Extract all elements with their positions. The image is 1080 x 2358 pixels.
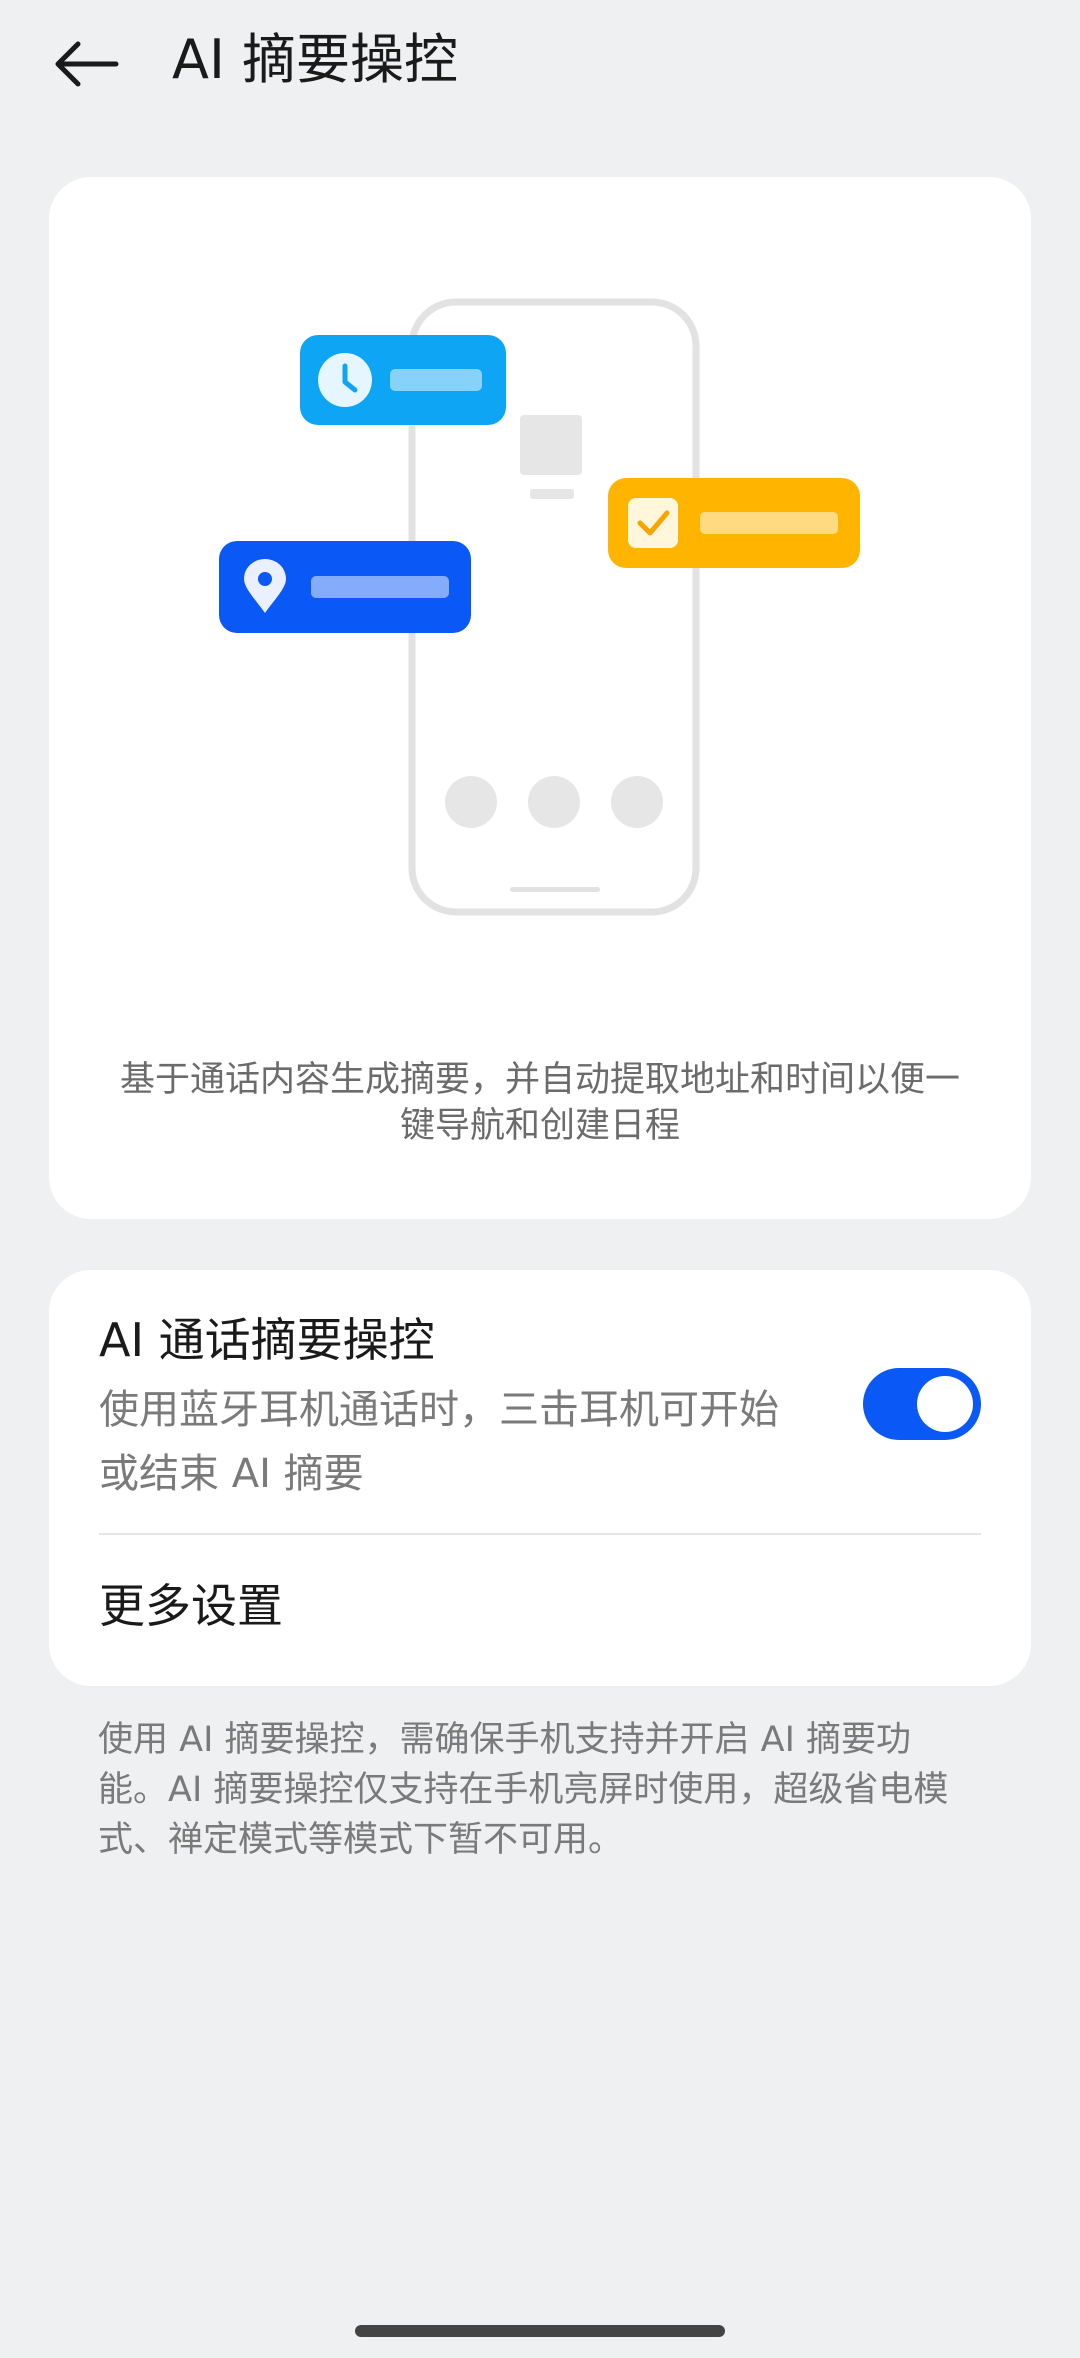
feature-description: 基于通话内容生成摘要，并自动提取地址和时间以便一键导航和创建日程 — [119, 1060, 960, 1146]
phone-home-bar — [510, 887, 600, 892]
toggle-knob — [917, 1376, 973, 1432]
divider — [99, 1533, 981, 1535]
home-indicator[interactable] — [355, 2325, 725, 2337]
phone-dock-icon-2 — [528, 776, 580, 828]
check-icon — [628, 498, 678, 548]
phone-content-image — [520, 415, 582, 475]
top-bar: AI 摘要操控 — [0, 0, 1080, 130]
setting-title: AI 通话摘要操控 — [99, 1313, 435, 1367]
arrow-left-icon — [55, 41, 119, 87]
settings-card: AI 通话摘要操控 使用蓝牙耳机通话时，三击耳机可开始或结束 AI 摘要 更多设… — [49, 1270, 1031, 1686]
time-chip — [300, 335, 506, 425]
page-title: AI 摘要操控 — [172, 28, 459, 91]
phone-content-caption — [530, 489, 574, 499]
feature-intro-card: 基于通话内容生成摘要，并自动提取地址和时间以便一键导航和创建日程 — [49, 177, 1031, 1219]
phone-dock-icon-3 — [611, 776, 663, 828]
location-chip — [219, 541, 471, 633]
phone-dock-icon-1 — [445, 776, 497, 828]
more-settings-row[interactable]: 更多设置 — [49, 1536, 1031, 1686]
setting-description: 使用蓝牙耳机通话时，三击耳机可开始或结束 AI 摘要 — [99, 1387, 779, 1497]
footnote: 使用 AI 摘要操控，需确保手机支持并开启 AI 摘要功能。AI 摘要操控仅支持… — [98, 1720, 949, 1860]
clock-icon — [318, 353, 372, 407]
task-chip — [608, 478, 860, 568]
back-button[interactable] — [40, 24, 130, 104]
feature-illustration — [219, 298, 860, 916]
ai-summary-control-toggle[interactable] — [863, 1368, 981, 1440]
ai-summary-control-row[interactable]: AI 通话摘要操控 使用蓝牙耳机通话时，三击耳机可开始或结束 AI 摘要 — [49, 1270, 1031, 1534]
more-settings-label: 更多设置 — [99, 1579, 283, 1633]
